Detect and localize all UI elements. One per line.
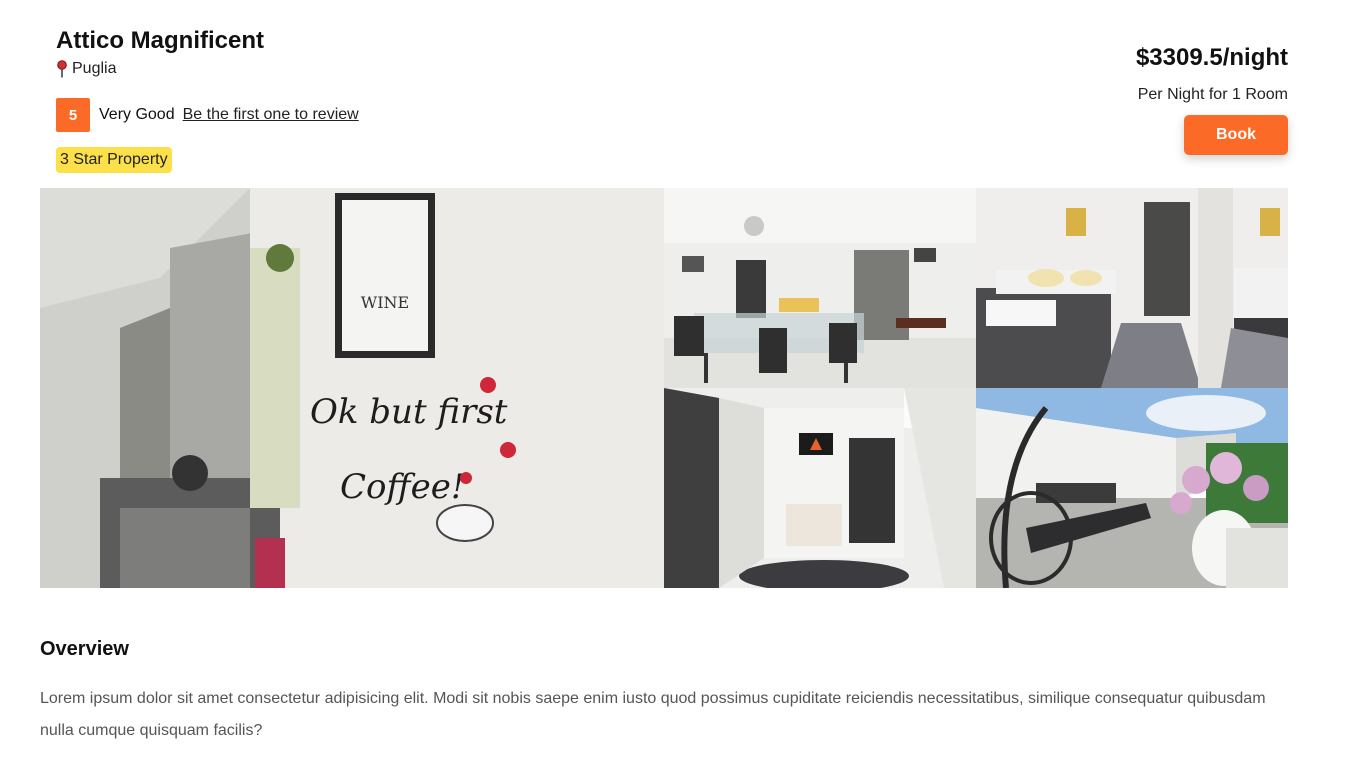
property-location: Puglia	[56, 60, 116, 78]
gallery-photo-bedroom[interactable]	[976, 188, 1288, 388]
star-rating-badge: 3 Star Property	[56, 147, 172, 173]
property-title: Attico Magnificent	[56, 27, 264, 54]
svg-text:Ok but first: Ok but first	[310, 392, 508, 432]
price-caption: Per Night for 1 Room	[1137, 86, 1288, 103]
overview-text: Lorem ipsum dolor sit amet consectetur a…	[40, 690, 1266, 739]
review-link[interactable]: Be the first one to review	[183, 106, 359, 124]
book-button[interactable]: Book	[1184, 115, 1288, 155]
overview-heading: Overview	[40, 638, 129, 660]
svg-text:WINE: WINE	[361, 293, 409, 312]
map-pin-icon	[57, 60, 67, 78]
rating-score-badge: 5	[56, 98, 90, 132]
svg-text:Coffee!: Coffee!	[340, 467, 464, 507]
gallery-photo-hallway[interactable]	[664, 388, 976, 588]
gallery-photo-terrace[interactable]	[976, 388, 1288, 588]
photo-gallery: WINE Ok but first Coffee!	[40, 188, 1288, 588]
rating-label: Very Good	[99, 106, 175, 123]
location-label: Puglia	[72, 60, 117, 77]
gallery-photo-living-room[interactable]	[664, 188, 976, 388]
gallery-photo-main[interactable]: WINE Ok but first Coffee!	[40, 188, 664, 588]
rating-row: 5 Very Good Be the first one to review	[56, 98, 359, 132]
price-per-night: $3309.5/night	[1135, 44, 1288, 71]
